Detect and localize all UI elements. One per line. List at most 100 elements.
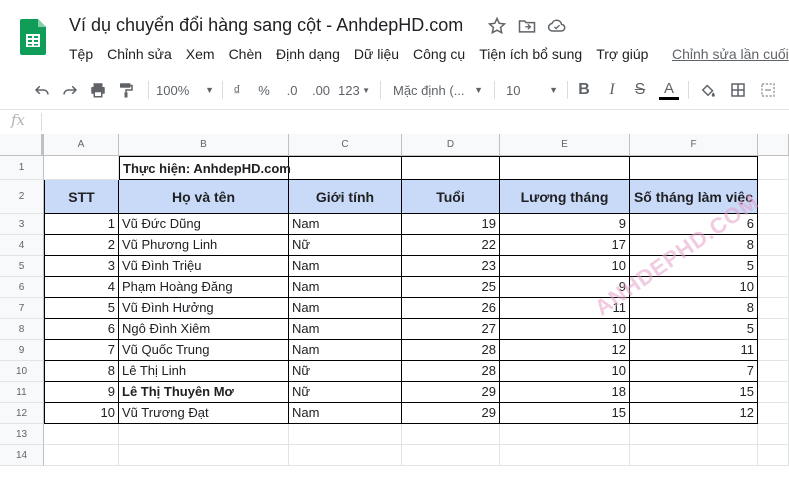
undo-icon[interactable] (30, 75, 54, 105)
table-cell[interactable]: 10 (500, 256, 630, 277)
table-cell[interactable]: 8 (630, 298, 758, 319)
table-cell[interactable]: 29 (402, 403, 500, 424)
table-cell[interactable]: Nữ (289, 382, 402, 403)
paint-format-icon[interactable] (114, 75, 138, 105)
menu-help[interactable]: Trợ giúp (589, 44, 655, 66)
table-cell[interactable]: 9 (500, 214, 630, 235)
table-cell[interactable]: 19 (402, 214, 500, 235)
table-header-cell[interactable]: Giới tính (289, 180, 402, 214)
menu-view[interactable]: Xem (179, 44, 222, 66)
cell[interactable] (758, 340, 789, 361)
column-header-e[interactable]: E (500, 134, 630, 156)
table-cell[interactable]: Nam (289, 277, 402, 298)
cell[interactable] (758, 403, 789, 424)
table-cell[interactable]: Nam (289, 298, 402, 319)
cell[interactable] (758, 382, 789, 403)
table-cell[interactable]: 15 (630, 382, 758, 403)
column-header-g[interactable] (758, 134, 789, 156)
table-cell[interactable]: Phạm Hoàng Đăng (119, 277, 289, 298)
table-cell[interactable]: 7 (630, 361, 758, 382)
table-cell[interactable]: Vũ Quốc Trung (119, 340, 289, 361)
borders-icon[interactable] (727, 75, 749, 105)
cell[interactable] (402, 424, 500, 445)
table-cell[interactable]: 28 (402, 340, 500, 361)
table-header-cell[interactable]: Họ và tên (119, 180, 289, 214)
table-cell[interactable]: 25 (402, 277, 500, 298)
select-all-corner[interactable] (0, 134, 44, 156)
table-cell[interactable]: 1 (44, 214, 119, 235)
row-header-1[interactable]: 1 (0, 156, 44, 180)
table-cell[interactable]: 17 (500, 235, 630, 256)
formula-input[interactable] (48, 113, 768, 131)
cell[interactable] (758, 445, 789, 466)
cell[interactable] (758, 319, 789, 340)
column-header-c[interactable]: C (289, 134, 402, 156)
cell[interactable] (758, 298, 789, 319)
cell[interactable] (289, 156, 402, 180)
table-cell[interactable]: 28 (402, 361, 500, 382)
fill-color-icon[interactable] (697, 75, 719, 105)
row-header-6[interactable]: 6 (0, 277, 44, 298)
table-cell[interactable]: 2 (44, 235, 119, 256)
cell[interactable] (500, 156, 630, 180)
cell[interactable] (44, 424, 119, 445)
table-cell[interactable]: Nam (289, 214, 402, 235)
menu-edit[interactable]: Chỉnh sửa (100, 44, 179, 66)
cell[interactable] (758, 235, 789, 256)
cell[interactable] (500, 424, 630, 445)
column-header-d[interactable]: D (402, 134, 500, 156)
cell[interactable] (289, 445, 402, 466)
strikethrough-button[interactable]: S (630, 75, 650, 105)
row-header-2[interactable]: 2 (0, 180, 44, 214)
star-icon[interactable] (487, 16, 507, 36)
cell[interactable] (119, 424, 289, 445)
decrease-decimal-button[interactable]: .0 (280, 75, 304, 105)
table-cell[interactable]: Nữ (289, 361, 402, 382)
menu-format[interactable]: Định dạng (269, 44, 347, 66)
document-title[interactable]: Ví dụ chuyển đổi hàng sang cột - AnhdepH… (69, 15, 463, 36)
menu-insert[interactable]: Chèn (222, 44, 269, 66)
column-header-b[interactable]: B (119, 134, 289, 156)
table-cell[interactable]: 10 (500, 361, 630, 382)
menu-file[interactable]: Tệp (62, 44, 100, 66)
last-edit-link[interactable]: Chỉnh sửa lần cuối (672, 44, 789, 64)
text-color-button[interactable]: A (658, 75, 680, 105)
row-header-13[interactable]: 13 (0, 424, 44, 445)
move-to-folder-icon[interactable] (517, 16, 537, 36)
row-header-11[interactable]: 11 (0, 382, 44, 403)
cloud-saved-icon[interactable] (547, 16, 567, 36)
table-cell[interactable]: 9 (44, 382, 119, 403)
column-header-f[interactable]: F (630, 134, 758, 156)
currency-format-button[interactable]: ₫ (228, 75, 246, 105)
table-cell[interactable]: 3 (44, 256, 119, 277)
table-cell[interactable]: Vũ Phương Linh (119, 235, 289, 256)
cell[interactable] (630, 156, 758, 180)
table-cell[interactable]: 27 (402, 319, 500, 340)
bold-button[interactable]: B (574, 75, 594, 105)
column-header-a[interactable]: A (44, 134, 119, 156)
cell[interactable] (402, 445, 500, 466)
note-cell[interactable]: Thực hiện: AnhdepHD.com (119, 156, 291, 180)
table-cell[interactable]: 10 (44, 403, 119, 424)
more-formats-button[interactable]: 123 ▼ (338, 75, 370, 105)
table-cell[interactable]: 29 (402, 382, 500, 403)
table-cell[interactable]: 22 (402, 235, 500, 256)
table-cell[interactable]: 6 (44, 319, 119, 340)
cell[interactable] (44, 445, 119, 466)
percent-format-button[interactable]: % (254, 75, 274, 105)
menu-data[interactable]: Dữ liệu (347, 44, 406, 66)
menu-tools[interactable]: Công cụ (406, 44, 472, 66)
table-cell[interactable]: 7 (44, 340, 119, 361)
cell[interactable] (758, 214, 789, 235)
table-cell[interactable]: 12 (630, 403, 758, 424)
print-icon[interactable] (86, 75, 110, 105)
table-cell[interactable]: Nam (289, 403, 402, 424)
cell[interactable] (758, 361, 789, 382)
table-cell[interactable]: Nam (289, 319, 402, 340)
zoom-select[interactable]: 100% ▼ (156, 75, 214, 105)
row-header-12[interactable]: 12 (0, 403, 44, 424)
italic-button[interactable]: I (602, 75, 622, 105)
increase-decimal-button[interactable]: .00 (308, 75, 334, 105)
cell[interactable] (44, 156, 119, 180)
table-cell[interactable]: Vũ Đình Triệu (119, 256, 289, 277)
